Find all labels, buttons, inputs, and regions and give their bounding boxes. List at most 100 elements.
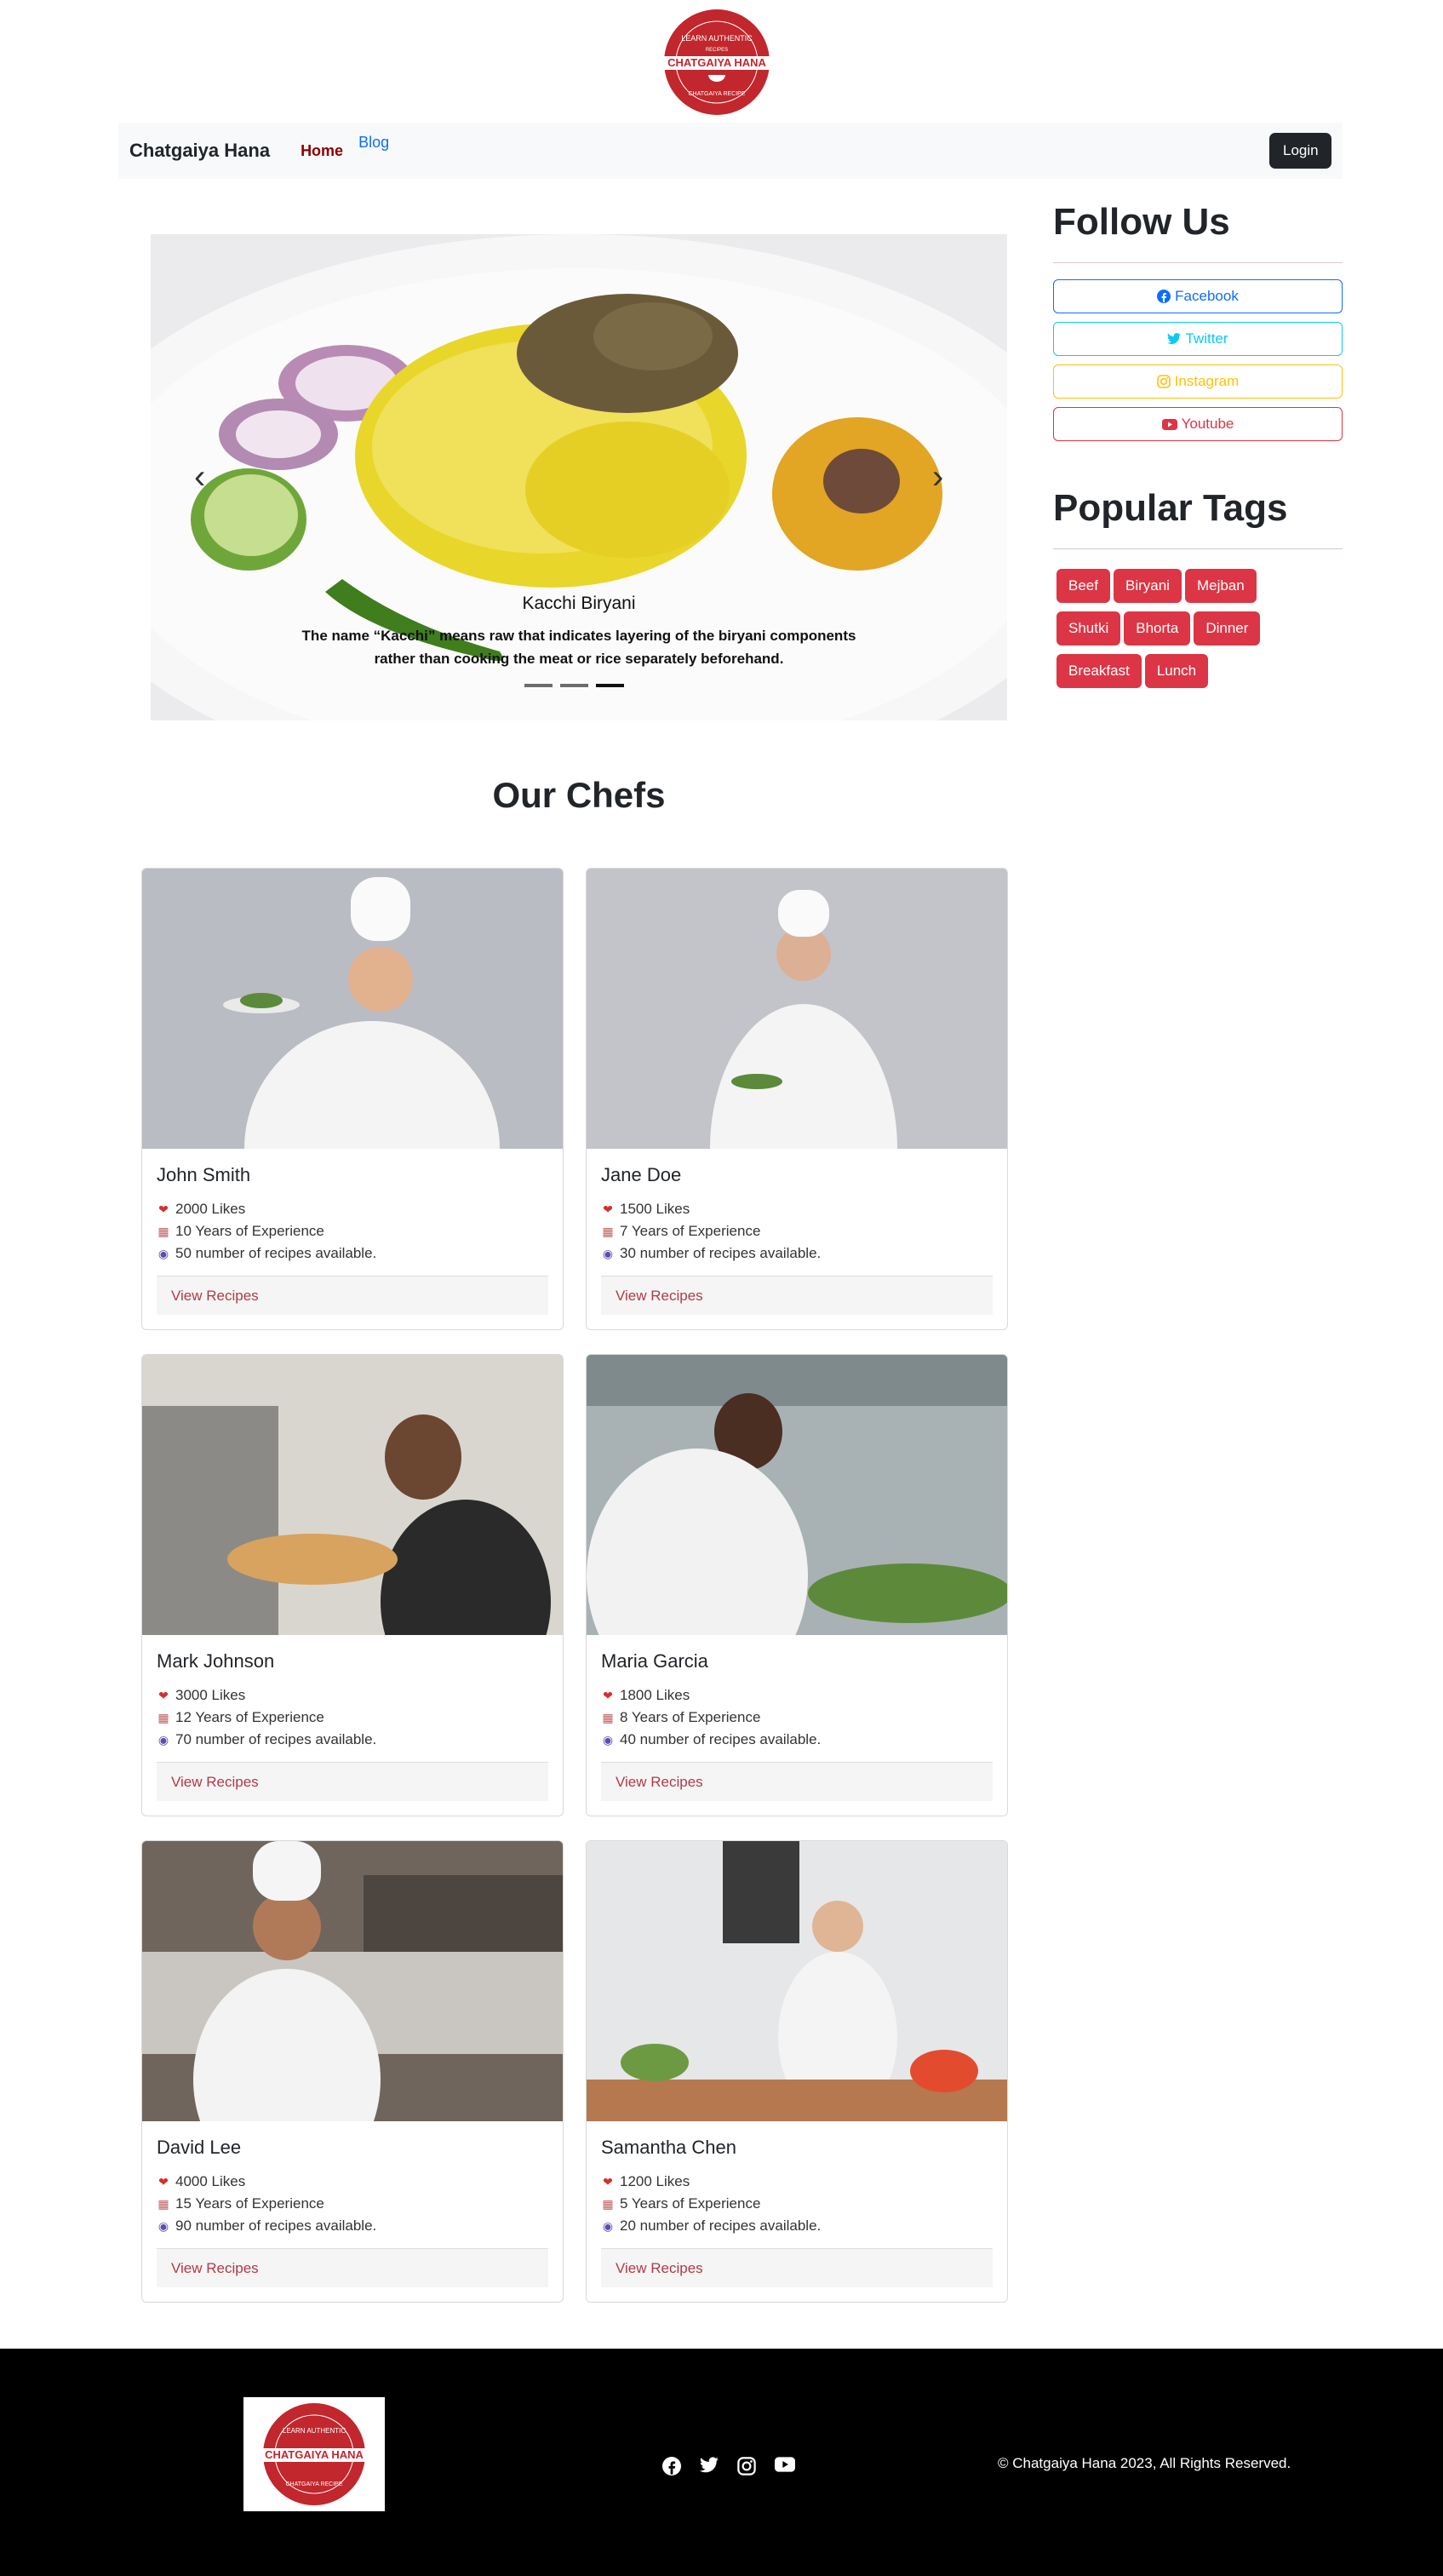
- tag-shutki[interactable]: Shutki: [1056, 611, 1121, 645]
- recipes-text: 30 number of recipes available.: [620, 1245, 822, 1261]
- recipes-text: 70 number of recipes available.: [175, 1731, 377, 1747]
- chef-card: Jane Doe ❤ 1500 Likes ▦ 7 Years of Experie…: [586, 868, 1008, 1330]
- heart-icon: ❤: [603, 1202, 613, 1216]
- svg-text:CHATGAIYA RECIPE: CHATGAIYA RECIPE: [285, 2481, 342, 2487]
- tag-biryani[interactable]: Biryani: [1113, 569, 1182, 603]
- slide-title: Kacchi Biryani: [522, 594, 636, 613]
- experience-row: ▦ 8 Years of Experience: [601, 1707, 993, 1729]
- carousel-indicators: [524, 684, 624, 687]
- likes-text: 2000 Likes: [175, 1201, 246, 1217]
- tag-dinner[interactable]: Dinner: [1194, 611, 1261, 645]
- instagram-label: Instagram: [1174, 373, 1240, 389]
- experience-text: 15 Years of Experience: [175, 2195, 324, 2212]
- view-recipes-link[interactable]: View Recipes: [616, 1288, 703, 1305]
- experience-text: 7 Years of Experience: [620, 1223, 761, 1239]
- popular-tags-heading: Popular Tags: [1053, 487, 1288, 529]
- likes-text: 1500 Likes: [620, 1201, 690, 1217]
- footer-logo[interactable]: LEARN AUTHENTIC CHATGAIYA HANA CHATGAIYA…: [243, 2397, 385, 2511]
- footer-social-icons: [662, 2457, 795, 2476]
- chef-card: Mark Johnson ❤ 3000 Likes ▦ 12 Years of Ex…: [141, 1354, 564, 1816]
- chef-card: Maria Garcia ❤ 1800 Likes ▦ 8 Years of Exp…: [586, 1354, 1008, 1816]
- follow-us-heading: Follow Us: [1053, 201, 1230, 243]
- cooking-pot-icon: ◉: [602, 1246, 614, 1260]
- instagram-icon: [1156, 375, 1171, 388]
- experience-text: 10 Years of Experience: [175, 1223, 324, 1239]
- tag-beef[interactable]: Beef: [1056, 569, 1110, 603]
- recipes-text: 50 number of recipes available.: [175, 1245, 377, 1261]
- chef-photo: [587, 1355, 1007, 1635]
- calendar-icon: ▦: [602, 2196, 614, 2211]
- tag-breakfast[interactable]: Breakfast: [1056, 654, 1142, 688]
- likes-row: ❤ 4000 Likes: [157, 2171, 548, 2193]
- our-chefs-heading: Our Chefs: [492, 775, 666, 815]
- cooking-pot-icon: ◉: [602, 1732, 614, 1747]
- navbar-brand[interactable]: Chatgaiya Hana: [129, 140, 270, 162]
- recipes-row: ◉ 70 number of recipes available.: [157, 1729, 548, 1751]
- chef-photo: [587, 1841, 1007, 2121]
- svg-text:CHATGAIYA RECIPE: CHATGAIYA RECIPE: [688, 91, 745, 97]
- chef-photo: [142, 1841, 563, 2121]
- youtube-button[interactable]: Youtube: [1053, 407, 1343, 441]
- slide-indicator-active[interactable]: [596, 684, 624, 687]
- chef-photo: [142, 1355, 563, 1635]
- chef-name: David Lee: [157, 2137, 242, 2158]
- experience-row: ▦ 7 Years of Experience: [601, 1220, 993, 1242]
- facebook-label: Facebook: [1175, 288, 1239, 304]
- experience-text: 8 Years of Experience: [620, 1709, 761, 1725]
- likes-text: 1200 Likes: [620, 2173, 690, 2189]
- cooking-pot-icon: ◉: [157, 2218, 169, 2233]
- likes-row: ❤ 1800 Likes: [601, 1684, 993, 1707]
- recipes-text: 90 number of recipes available.: [175, 2217, 377, 2234]
- svg-text:RECIPES: RECIPES: [706, 48, 728, 53]
- view-recipes-link[interactable]: View Recipes: [616, 2260, 703, 2277]
- chef-card: David Lee ❤ 4000 Likes ▦ 15 Years of Exper…: [141, 1840, 564, 2303]
- likes-row: ❤ 2000 Likes: [157, 1198, 548, 1220]
- facebook-button[interactable]: Facebook: [1053, 279, 1343, 313]
- calendar-icon: ▦: [602, 1710, 614, 1724]
- instagram-icon[interactable]: [737, 2457, 756, 2476]
- nav-link-blog[interactable]: Blog: [358, 134, 389, 152]
- card-footer: View Recipes: [601, 1276, 993, 1315]
- site-footer: LEARN AUTHENTIC CHATGAIYA HANA CHATGAIYA…: [0, 2349, 1443, 2576]
- view-recipes-link[interactable]: View Recipes: [616, 1774, 703, 1791]
- view-recipes-link[interactable]: View Recipes: [171, 1288, 259, 1305]
- cooking-pot-icon: ◉: [157, 1246, 169, 1260]
- slide-indicator[interactable]: [524, 684, 553, 687]
- chevron-right-icon[interactable]: ›: [932, 460, 943, 494]
- view-recipes-link[interactable]: View Recipes: [171, 1774, 259, 1791]
- card-footer: View Recipes: [601, 2248, 993, 2287]
- recipes-text: 40 number of recipes available.: [620, 1731, 822, 1747]
- site-logo[interactable]: LEARN AUTHENTIC RECIPES CHATGAIYA HANA C…: [661, 7, 772, 118]
- view-recipes-link[interactable]: View Recipes: [171, 2260, 259, 2277]
- heart-icon: ❤: [158, 1688, 169, 1702]
- heart-icon: ❤: [158, 2174, 169, 2189]
- youtube-icon[interactable]: [775, 2457, 795, 2472]
- twitter-icon: [1167, 333, 1182, 345]
- twitter-button[interactable]: Twitter: [1053, 322, 1343, 356]
- tag-list: Beef Biryani Mejban Shutki Bhorta Dinner Bre…: [1056, 569, 1346, 697]
- slide-indicator[interactable]: [560, 684, 588, 687]
- recipes-row: ◉ 50 number of recipes available.: [157, 1242, 548, 1265]
- login-button[interactable]: Login: [1269, 133, 1331, 169]
- twitter-icon[interactable]: [700, 2457, 719, 2474]
- chef-photo: [142, 869, 563, 1149]
- experience-text: 5 Years of Experience: [620, 2195, 761, 2212]
- likes-row: ❤ 1500 Likes: [601, 1198, 993, 1220]
- facebook-icon: [1157, 290, 1171, 303]
- experience-text: 12 Years of Experience: [175, 1709, 324, 1725]
- chef-card: Samantha Chen ❤ 1200 Likes ▦ 5 Years of Ex…: [586, 1840, 1008, 2303]
- chef-card: John Smith ❤ 2000 Likes ▦ 10 Years of Expe…: [141, 868, 564, 1330]
- tag-bhorta[interactable]: Bhorta: [1124, 611, 1191, 645]
- chef-name: Maria Garcia: [601, 1650, 708, 1672]
- facebook-icon[interactable]: [662, 2457, 681, 2476]
- recipes-row: ◉ 30 number of recipes available.: [601, 1242, 993, 1265]
- card-footer: View Recipes: [157, 2248, 548, 2287]
- chef-name: Samantha Chen: [601, 2137, 736, 2158]
- svg-text:LEARN AUTHENTIC: LEARN AUTHENTIC: [681, 34, 753, 43]
- instagram-button[interactable]: Instagram: [1053, 364, 1343, 399]
- cooking-pot-icon: ◉: [602, 2218, 614, 2233]
- chevron-left-icon[interactable]: ‹: [194, 460, 205, 494]
- tag-lunch[interactable]: Lunch: [1144, 654, 1209, 688]
- tag-mejban[interactable]: Mejban: [1184, 569, 1257, 603]
- nav-link-home[interactable]: Home: [301, 142, 343, 160]
